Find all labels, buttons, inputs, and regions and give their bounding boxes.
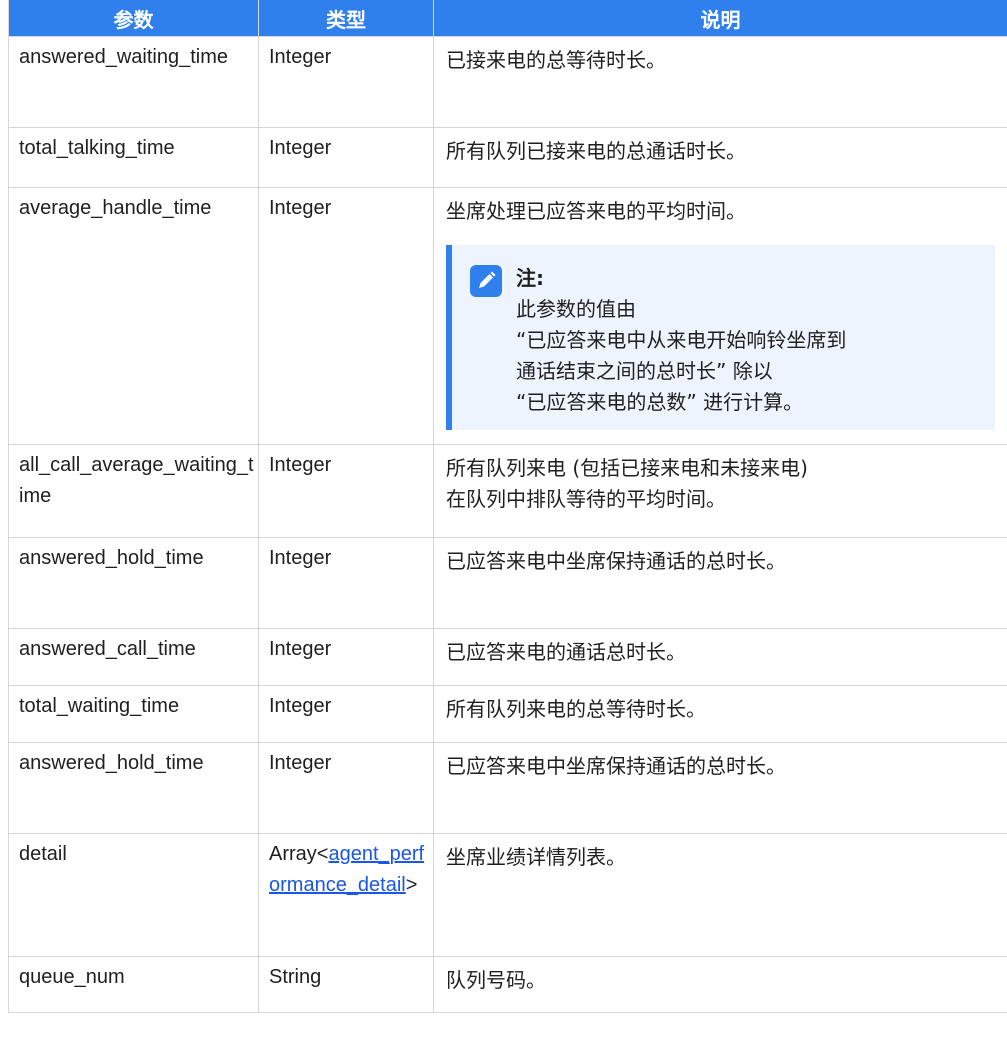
param-type: Integer xyxy=(258,742,434,834)
table-row: answered_hold_time Integer 已应答来电中坐席保持通话的… xyxy=(8,537,1007,629)
type-prefix: Array< xyxy=(269,843,329,865)
param-name: total_waiting_time xyxy=(8,685,259,743)
note-text-line: “已应答来电的总数” 进行计算。 xyxy=(516,390,804,414)
note-text-line: “已应答来电中从来电开始响铃坐席到 xyxy=(516,328,847,352)
table-header: 参数 类型 说明 xyxy=(8,0,1007,37)
param-type: Integer xyxy=(258,537,434,629)
param-type: Integer xyxy=(258,187,434,445)
param-type-cell: Array<agent_performance_detail> xyxy=(258,833,434,957)
table-row: detail Array<agent_performance_detail> 坐… xyxy=(8,833,1007,957)
param-description-cell: 所有队列来电 (包括已接来电和未接来电) 在队列中排队等待的平均时间。 xyxy=(433,444,1007,538)
header-type: 类型 xyxy=(258,0,434,37)
parameters-table: 参数 类型 说明 answered_waiting_time Integer 已… xyxy=(8,0,1007,1013)
param-description: 已应答来电中坐席保持通话的总时长。 xyxy=(433,537,1007,629)
param-type: Integer xyxy=(258,685,434,743)
table-row: total_talking_time Integer 所有队列已接来电的总通话时… xyxy=(8,127,1007,188)
table-row: answered_call_time Integer 已应答来电的通话总时长。 xyxy=(8,628,1007,686)
param-name: answered_hold_time xyxy=(8,537,259,629)
param-name: answered_waiting_time xyxy=(8,36,259,128)
param-name: average_handle_time xyxy=(8,187,259,445)
param-type: Integer xyxy=(258,628,434,686)
param-description: 队列号码。 xyxy=(433,956,1007,1013)
edit-pencil-icon xyxy=(470,265,502,297)
param-name: all_call_average_waiting_time xyxy=(8,444,259,538)
param-description: 坐席业绩详情列表。 xyxy=(433,833,1007,957)
param-name: detail xyxy=(8,833,259,957)
note-text-line: 通话结束之间的总时长” 除以 xyxy=(516,359,773,383)
type-suffix: > xyxy=(405,874,418,896)
table-row: queue_num String 队列号码。 xyxy=(8,956,1007,1013)
param-type: String xyxy=(258,956,434,1013)
header-description: 说明 xyxy=(433,0,1007,37)
param-description: 已接来电的总等待时长。 xyxy=(433,36,1007,128)
table-row: average_handle_time Integer 坐席处理已应答来电的平均… xyxy=(8,187,1007,445)
param-description: 已应答来电的通话总时长。 xyxy=(433,628,1007,686)
param-type: Integer xyxy=(258,127,434,188)
note-title: 注: xyxy=(516,266,544,290)
table-row: all_call_average_waiting_time Integer 所有… xyxy=(8,444,1007,538)
param-name: answered_call_time xyxy=(8,628,259,686)
param-name: queue_num xyxy=(8,956,259,1013)
param-description: 所有队列已接来电的总通话时长。 xyxy=(433,127,1007,188)
note-text-line: 此参数的值由 xyxy=(516,297,636,321)
param-description-cell: 坐席处理已应答来电的平均时间。 注: 此参数的值由 “已应答来电中从来电开始响铃… xyxy=(433,187,1007,445)
param-name: answered_hold_time xyxy=(8,742,259,834)
param-description: 所有队列来电的总等待时长。 xyxy=(433,685,1007,743)
param-description: 在队列中排队等待的平均时间。 xyxy=(446,487,726,511)
param-type: Integer xyxy=(258,36,434,128)
param-name: total_talking_time xyxy=(8,127,259,188)
header-param: 参数 xyxy=(8,0,259,37)
table-row: answered_waiting_time Integer 已接来电的总等待时长… xyxy=(8,36,1007,128)
table-row: answered_hold_time Integer 已应答来电中坐席保持通话的… xyxy=(8,742,1007,834)
param-type: Integer xyxy=(258,444,434,538)
note-box: 注: 此参数的值由 “已应答来电中从来电开始响铃坐席到 通话结束之间的总时长” … xyxy=(446,245,995,430)
note-content: 注: 此参数的值由 “已应答来电中从来电开始响铃坐席到 通话结束之间的总时长” … xyxy=(516,263,979,418)
param-description: 坐席处理已应答来电的平均时间。 xyxy=(446,199,746,223)
table-row: total_waiting_time Integer 所有队列来电的总等待时长。 xyxy=(8,685,1007,743)
param-description: 已应答来电中坐席保持通话的总时长。 xyxy=(433,742,1007,834)
param-description: 所有队列来电 (包括已接来电和未接来电) xyxy=(446,456,808,480)
